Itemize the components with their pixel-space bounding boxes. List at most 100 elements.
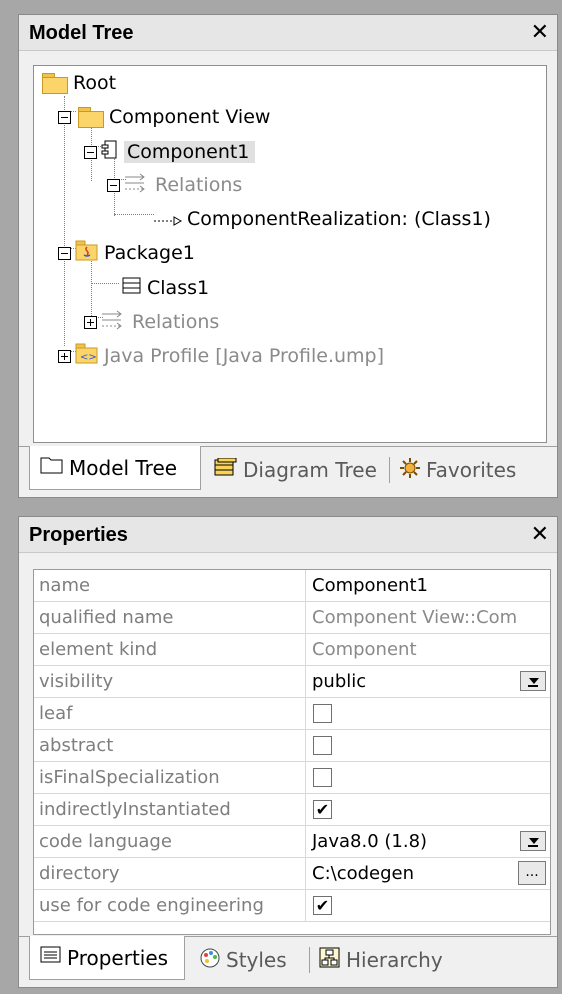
properties-grid: name Component1 qualified name Component… <box>33 569 551 935</box>
is-final-specialization-cell <box>307 762 550 793</box>
property-name: leaf <box>34 698 306 729</box>
qualified-name-value: Component View::Com <box>312 607 518 628</box>
indirectly-instantiated-cell: ✔ <box>307 794 550 825</box>
dropdown-arrow-icon[interactable] <box>520 831 546 851</box>
tab-label: Favorites <box>426 458 517 482</box>
tree-item-label: Package1 <box>104 242 195 264</box>
tree-connector <box>114 214 154 215</box>
tab-diagram-tree[interactable]: Diagram Tree <box>214 447 377 493</box>
tab-properties[interactable]: Properties <box>29 936 185 980</box>
property-row-element-kind[interactable]: element kind Component <box>34 634 550 666</box>
property-row-qualified-name[interactable]: qualified name Component View::Com <box>34 602 550 634</box>
tab-label: Model Tree <box>69 455 178 480</box>
model-tree-view[interactable]: Root Component View Component1 Relations <box>33 65 547 443</box>
abstract-cell <box>307 730 550 761</box>
name-field[interactable]: Component1 <box>307 570 550 601</box>
browse-button[interactable]: ... <box>518 861 546 885</box>
tab-label: Properties <box>67 945 169 970</box>
relations-icon <box>124 173 150 197</box>
model-tree-tabbar: Model Tree Diagram Tree Favorites <box>19 446 557 497</box>
folder-icon <box>42 73 68 94</box>
tab-model-tree[interactable]: Model Tree <box>29 446 201 490</box>
expand-toggle-icon[interactable] <box>58 349 71 363</box>
tree-item-package1[interactable]: Package1 <box>58 238 195 268</box>
model-tree-title: Model Tree <box>29 22 134 44</box>
directory-value: C:\codegen <box>312 863 415 884</box>
property-row-visibility[interactable]: visibility public <box>34 666 550 698</box>
collapse-toggle-icon[interactable] <box>58 110 71 124</box>
expand-toggle-icon[interactable] <box>84 315 97 329</box>
styles-palette-icon <box>199 947 221 974</box>
visibility-select[interactable]: public <box>307 666 550 697</box>
tree-item-component1[interactable]: Component1 <box>84 137 256 167</box>
property-row-is-final-specialization[interactable]: isFinalSpecialization <box>34 762 550 794</box>
abstract-checkbox[interactable] <box>313 736 332 755</box>
collapse-toggle-icon[interactable] <box>84 145 97 159</box>
model-tree-close-icon[interactable]: ✕ <box>531 15 549 51</box>
properties-panel: Properties ✕ name Component1 qualified n… <box>18 516 558 988</box>
tree-item-root[interactable]: Root <box>42 68 116 98</box>
tree-item-label: Class1 <box>147 277 210 299</box>
is-final-specialization-checkbox[interactable] <box>313 768 332 787</box>
collapse-toggle-icon[interactable] <box>58 246 71 260</box>
model-tree-header: Model Tree ✕ <box>19 15 557 51</box>
tab-favorites[interactable]: Favorites <box>399 447 516 493</box>
tab-hierarchy[interactable]: Hierarchy <box>319 937 443 983</box>
tab-label: Styles <box>226 948 287 972</box>
properties-header: Properties ✕ <box>19 517 557 553</box>
tree-item-relations[interactable]: Relations <box>84 307 219 337</box>
tree-item-component-view[interactable]: Component View <box>58 102 270 132</box>
property-row-abstract[interactable]: abstract <box>34 730 550 762</box>
directory-field[interactable]: C:\codegen ... <box>307 858 550 889</box>
code-language-select[interactable]: Java8.0 (1.8) <box>307 826 550 857</box>
profile-package-icon: <> <box>75 343 99 369</box>
tree-item-label: Relations <box>132 311 220 333</box>
property-row-use-for-code-engineering[interactable]: use for code engineering ✔ <box>34 890 550 922</box>
relations-icon <box>101 310 127 334</box>
favorites-icon <box>399 457 421 484</box>
property-row-code-language[interactable]: code language Java8.0 (1.8) <box>34 826 550 858</box>
tree-item-class1[interactable]: Class1 <box>122 273 209 303</box>
tab-label: Hierarchy <box>346 948 443 972</box>
indirectly-instantiated-checkbox[interactable]: ✔ <box>313 800 332 819</box>
tree-item-java-profile[interactable]: <> Java Profile [Java Profile.ump] <box>58 341 384 371</box>
property-name: directory <box>34 858 306 889</box>
property-name: use for code engineering <box>34 890 306 921</box>
tree-item-relations[interactable]: Relations <box>107 170 242 200</box>
tree-connector <box>91 283 119 284</box>
dropdown-arrow-icon[interactable] <box>520 671 546 691</box>
folder-outline-icon <box>40 455 64 480</box>
property-name: name <box>34 570 306 601</box>
properties-icon <box>40 945 62 970</box>
property-name: abstract <box>34 730 306 761</box>
visibility-value: public <box>312 671 367 692</box>
tab-separator <box>389 457 390 483</box>
property-name: element kind <box>34 634 306 665</box>
use-for-code-engineering-cell: ✔ <box>307 890 550 921</box>
code-language-value: Java8.0 (1.8) <box>312 831 428 852</box>
property-row-directory[interactable]: directory C:\codegen ... <box>34 858 550 890</box>
diagram-tree-icon <box>214 457 238 483</box>
svg-text:<>: <> <box>80 352 97 363</box>
hierarchy-icon <box>319 947 341 974</box>
tree-connector <box>64 96 65 346</box>
collapse-toggle-icon[interactable] <box>107 178 120 192</box>
property-row-name[interactable]: name Component1 <box>34 570 550 602</box>
tree-item-label: Root <box>73 72 117 94</box>
tree-item-label: Component1 <box>124 141 256 163</box>
properties-close-icon[interactable]: ✕ <box>531 517 549 553</box>
class-icon <box>122 277 142 299</box>
property-row-indirectly-instantiated[interactable]: indirectlyInstantiated ✔ <box>34 794 550 826</box>
tree-item-label: Relations <box>155 174 243 196</box>
tree-item-component-realization[interactable]: ComponentRealization: (Class1) <box>154 204 491 234</box>
property-name: code language <box>34 826 306 857</box>
leaf-cell <box>307 698 550 729</box>
tab-styles[interactable]: Styles <box>199 937 287 983</box>
element-kind-value: Component <box>312 639 417 660</box>
property-row-leaf[interactable]: leaf <box>34 698 550 730</box>
leaf-checkbox[interactable] <box>313 704 332 723</box>
property-name: isFinalSpecialization <box>34 762 306 793</box>
tab-label: Diagram Tree <box>243 458 377 482</box>
properties-title: Properties <box>29 524 128 546</box>
use-for-code-engineering-checkbox[interactable]: ✔ <box>313 896 332 915</box>
